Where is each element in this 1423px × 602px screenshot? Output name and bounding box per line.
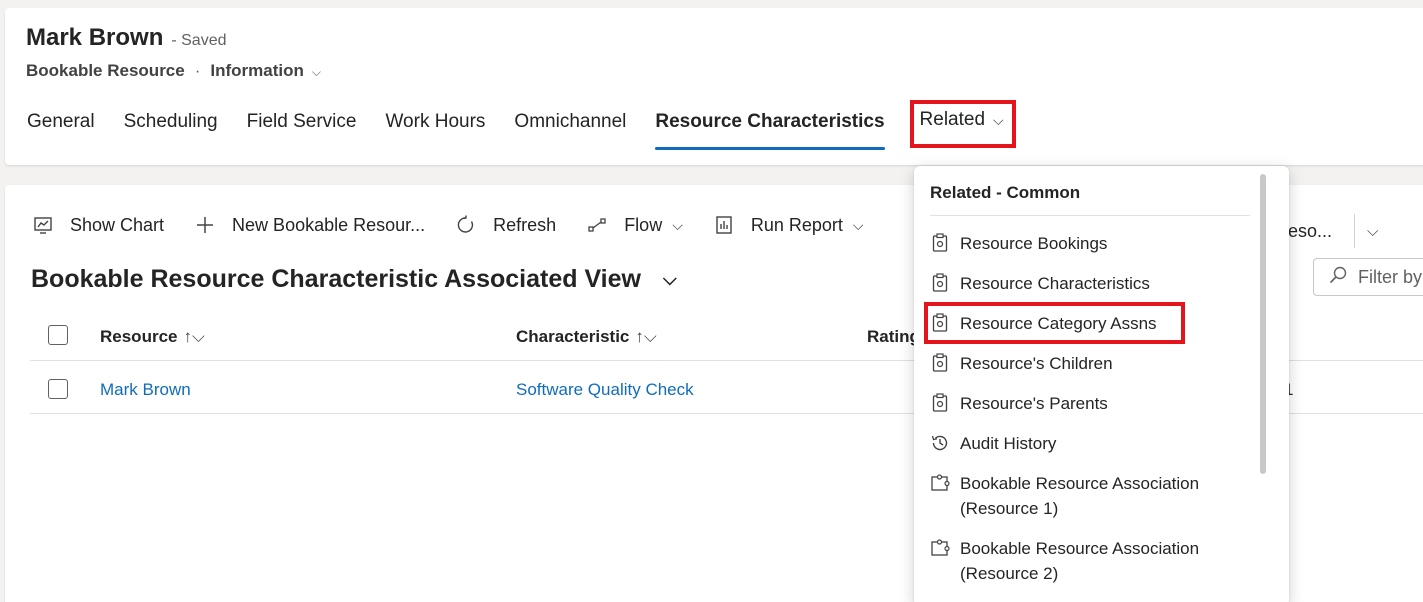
divider xyxy=(930,215,1250,216)
menu-item-resources-children[interactable]: Resource's Children xyxy=(930,351,1113,376)
menu-item-label: Bookable Resource Association (Resource 1… xyxy=(960,471,1199,521)
tab-related-label: Related xyxy=(919,109,986,130)
entity-icon xyxy=(930,391,950,415)
entity-form-row: Bookable Resource · Information ⌵ xyxy=(26,61,321,81)
menu-item-label-line1: Bookable Resource Association xyxy=(960,539,1200,558)
chevron-down-icon: ⌵ xyxy=(662,269,677,289)
menu-item-label: Resource Characteristics xyxy=(960,274,1150,293)
menu-item-resource-category-assns[interactable]: Resource Category Assns xyxy=(924,302,1185,344)
flow-button[interactable]: Flow ⌵ xyxy=(586,214,683,236)
sort-ascending-icon: ↑⌵ xyxy=(635,327,657,346)
column-header-resource[interactable]: Resource ↑⌵ xyxy=(100,327,205,347)
report-icon xyxy=(713,214,735,236)
truncated-command-label: eso... xyxy=(1288,220,1333,241)
tab-work-hours[interactable]: Work Hours xyxy=(385,110,485,142)
title-row: Mark Brown - Saved xyxy=(26,24,227,52)
filter-input[interactable]: Filter by xyxy=(1313,258,1423,296)
sort-ascending-icon: ↑⌵ xyxy=(183,327,205,346)
divider xyxy=(1354,214,1356,248)
form-tabs: General Scheduling Field Service Work Ho… xyxy=(27,100,1041,150)
tab-omnichannel[interactable]: Omnichannel xyxy=(514,110,626,142)
entity-icon xyxy=(930,231,950,255)
refresh-label: Refresh xyxy=(493,214,557,235)
menu-item-audit-history[interactable]: Audit History xyxy=(930,431,1056,456)
chevron-down-icon: ⌵ xyxy=(672,216,683,233)
entity-icon xyxy=(930,271,950,295)
column-label: Characteristic xyxy=(516,327,630,346)
chevron-down-icon: ⌵ xyxy=(993,112,1004,128)
form-name: Information xyxy=(210,61,304,80)
chevron-down-icon: ⌵ xyxy=(852,216,864,233)
menu-item-label-line2: (Resource 1) xyxy=(960,499,1059,518)
command-bar: Show Chart New Bookable Resour... Refres… xyxy=(32,214,894,236)
menu-item-label: Resource's Parents xyxy=(960,394,1108,413)
chevron-down-icon[interactable]: ⌵ xyxy=(1367,223,1378,240)
menu-item-label-line2: (Resource 2) xyxy=(960,564,1059,583)
menu-item-label-line1: Bookable Resource Association xyxy=(960,474,1200,493)
new-record-button[interactable]: New Bookable Resour... xyxy=(194,214,425,236)
puzzle-icon xyxy=(930,536,950,560)
flow-icon xyxy=(586,214,608,236)
menu-item-label: Resource Category Assns xyxy=(960,314,1157,333)
form-selector[interactable]: Information ⌵ xyxy=(210,61,321,81)
menu-item-resources-parents[interactable]: Resource's Parents xyxy=(930,391,1108,416)
refresh-icon xyxy=(455,214,477,236)
characteristic-link[interactable]: Software Quality Check xyxy=(516,380,694,400)
chart-icon xyxy=(32,214,54,236)
new-record-label: New Bookable Resour... xyxy=(232,214,426,235)
menu-item-bookable-resource-association-2[interactable]: Bookable Resource Association (Resource 2… xyxy=(930,536,1199,586)
related-menu: Related - Common Resource Bookings Resou… xyxy=(914,166,1289,602)
run-report-button[interactable]: Run Report ⌵ xyxy=(713,214,864,236)
separator: · xyxy=(194,61,201,80)
tab-general[interactable]: General xyxy=(27,110,95,142)
refresh-button[interactable]: Refresh xyxy=(455,214,556,236)
puzzle-icon xyxy=(930,471,950,495)
menu-section-header: Related - Common xyxy=(930,183,1081,202)
tab-resource-characteristics[interactable]: Resource Characteristics xyxy=(655,110,885,150)
entity-icon xyxy=(930,311,950,335)
menu-item-resource-characteristics[interactable]: Resource Characteristics xyxy=(930,271,1150,296)
view-selector[interactable]: Bookable Resource Characteristic Associa… xyxy=(31,265,677,294)
column-header-rating[interactable]: Rating xyxy=(867,327,920,347)
entity-icon xyxy=(930,351,950,375)
tab-related[interactable]: Related ⌵ xyxy=(909,100,1016,148)
plus-icon xyxy=(194,214,216,236)
show-chart-label: Show Chart xyxy=(70,214,165,235)
menu-item-bookable-resource-association-1[interactable]: Bookable Resource Association (Resource 1… xyxy=(930,471,1199,521)
menu-item-label: Audit History xyxy=(960,434,1057,453)
view-title: Bookable Resource Characteristic Associa… xyxy=(31,265,641,293)
menu-item-label: Resource Bookings xyxy=(960,234,1108,253)
run-report-label: Run Report xyxy=(750,214,843,235)
search-icon xyxy=(1328,265,1348,290)
menu-item-label: Resource's Children xyxy=(960,354,1113,373)
filter-placeholder: Filter by xyxy=(1358,266,1423,287)
select-all-checkbox[interactable] xyxy=(48,325,68,345)
overflow-command[interactable]: eso... ⌵ xyxy=(1288,214,1378,248)
menu-item-resource-bookings[interactable]: Resource Bookings xyxy=(930,231,1107,256)
saved-status: - Saved xyxy=(171,32,227,49)
chevron-down-icon: ⌵ xyxy=(311,65,322,79)
entity-name: Bookable Resource xyxy=(26,61,185,80)
row-checkbox[interactable] xyxy=(48,379,68,399)
record-name: Mark Brown xyxy=(26,24,164,51)
menu-scrollbar[interactable] xyxy=(1260,174,1266,474)
history-icon xyxy=(930,431,950,455)
column-label: Resource xyxy=(100,327,178,346)
tab-scheduling[interactable]: Scheduling xyxy=(124,110,218,142)
flow-label: Flow xyxy=(624,214,663,235)
resource-link[interactable]: Mark Brown xyxy=(100,380,191,400)
column-header-characteristic[interactable]: Characteristic ↑⌵ xyxy=(516,327,657,347)
menu-item-label: Bookable Resource Association (Resource 2… xyxy=(960,536,1199,586)
show-chart-button[interactable]: Show Chart xyxy=(32,214,164,236)
tab-field-service[interactable]: Field Service xyxy=(247,110,357,142)
